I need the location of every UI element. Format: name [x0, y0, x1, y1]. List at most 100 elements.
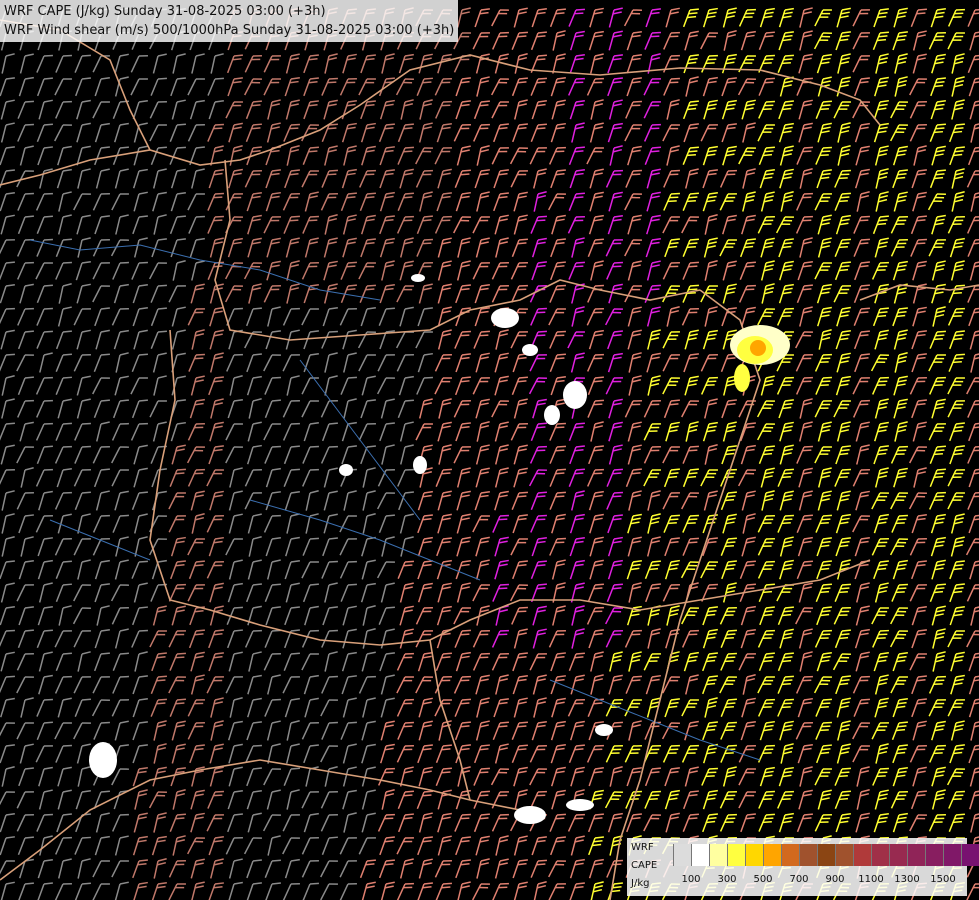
wind-barb	[684, 766, 699, 787]
wind-barb	[778, 122, 794, 143]
river	[299, 359, 421, 521]
wind-barb	[189, 744, 205, 764]
wind-barb	[909, 446, 927, 464]
wind-barb	[244, 629, 262, 648]
wind-barb	[777, 790, 794, 809]
wind-barb	[76, 122, 91, 143]
legend-swatch	[799, 844, 817, 866]
wind-barb	[742, 513, 756, 534]
wind-barb	[111, 422, 129, 441]
legend-label-unit: J/kg	[631, 878, 650, 889]
wind-barb	[302, 537, 319, 556]
wind-barb	[54, 722, 72, 740]
wind-barb	[779, 145, 794, 166]
wind-barb	[396, 354, 414, 372]
wind-barb	[36, 399, 53, 418]
wind-barb	[132, 99, 148, 120]
wind-barb	[853, 698, 870, 717]
wind-barb	[758, 77, 775, 96]
wind-barb	[342, 697, 357, 718]
wind-barb	[169, 652, 186, 671]
wind-barb	[702, 606, 718, 626]
wind-barb	[552, 30, 566, 51]
wind-barb	[399, 444, 414, 465]
wind-barb	[320, 399, 338, 418]
wind-barb	[817, 421, 832, 442]
wind-barb	[343, 398, 357, 419]
wind-barb	[323, 99, 338, 120]
wind-barb	[148, 262, 167, 280]
wind-barb	[92, 377, 110, 395]
wind-barb	[302, 215, 319, 234]
wind-barb	[799, 237, 813, 258]
legend-tick-label: 100	[681, 874, 701, 885]
wind-barb	[624, 193, 642, 211]
wind-barb	[151, 652, 167, 672]
wind-barb	[570, 490, 585, 511]
wind-barb	[320, 883, 338, 900]
wind-barb	[0, 307, 15, 326]
wind-barb	[1, 766, 15, 787]
wind-barb	[225, 423, 243, 441]
wind-barb	[304, 191, 319, 212]
wind-barb	[265, 606, 281, 626]
wind-barb	[229, 467, 243, 488]
wind-barb	[569, 858, 585, 879]
wind-barb	[380, 582, 395, 603]
wind-barb	[457, 237, 471, 258]
wind-barb	[873, 513, 889, 534]
wind-barb	[701, 54, 718, 73]
wind-barb	[684, 329, 699, 350]
wind-barb	[568, 744, 585, 764]
wind-barb	[264, 698, 281, 717]
wind-barb	[417, 836, 433, 856]
wind-barb	[111, 813, 129, 832]
legend-swatch	[709, 844, 727, 866]
wind-barb	[890, 607, 908, 625]
wind-barb	[36, 215, 53, 234]
wind-barb	[303, 330, 319, 350]
cape-area	[544, 405, 560, 425]
wind-barb	[626, 77, 642, 97]
wind-barb	[36, 813, 53, 832]
wind-barb	[132, 215, 148, 235]
wind-barb	[187, 193, 205, 211]
wind-barb	[264, 859, 281, 878]
wind-barb	[624, 285, 642, 303]
wind-barb	[400, 536, 414, 557]
wind-barb	[171, 720, 186, 741]
wind-barb	[647, 53, 661, 74]
wind-barb	[833, 285, 851, 303]
wind-barb	[530, 560, 547, 580]
wind-barb	[301, 653, 319, 671]
wind-barb	[703, 237, 718, 258]
wind-barb	[834, 169, 851, 188]
wind-barb	[475, 559, 490, 580]
wind-barb	[701, 583, 718, 602]
wind-barb	[303, 812, 319, 833]
wind-barb	[495, 835, 509, 856]
wind-barb	[929, 169, 946, 189]
wind-barb	[494, 858, 509, 879]
wind-barb	[798, 467, 813, 488]
wind-barb	[837, 122, 851, 143]
wind-barb	[324, 145, 338, 166]
wind-barb	[588, 767, 604, 787]
wind-barb	[36, 54, 53, 73]
wind-barb	[970, 191, 979, 212]
wind-barb	[834, 238, 851, 257]
wind-barb	[148, 791, 167, 809]
wind-barb	[302, 468, 319, 487]
wind-barb	[967, 8, 979, 27]
wind-barb	[666, 145, 680, 166]
wind-barb	[968, 422, 979, 442]
wind-barb	[19, 145, 34, 166]
wind-barb	[226, 629, 243, 649]
wind-barb	[796, 146, 813, 165]
wind-barb	[589, 53, 604, 74]
wind-barb	[875, 168, 889, 189]
wind-barb	[74, 882, 91, 900]
wind-barb	[702, 813, 718, 833]
wind-barb	[303, 674, 319, 695]
wind-barb	[931, 398, 946, 419]
